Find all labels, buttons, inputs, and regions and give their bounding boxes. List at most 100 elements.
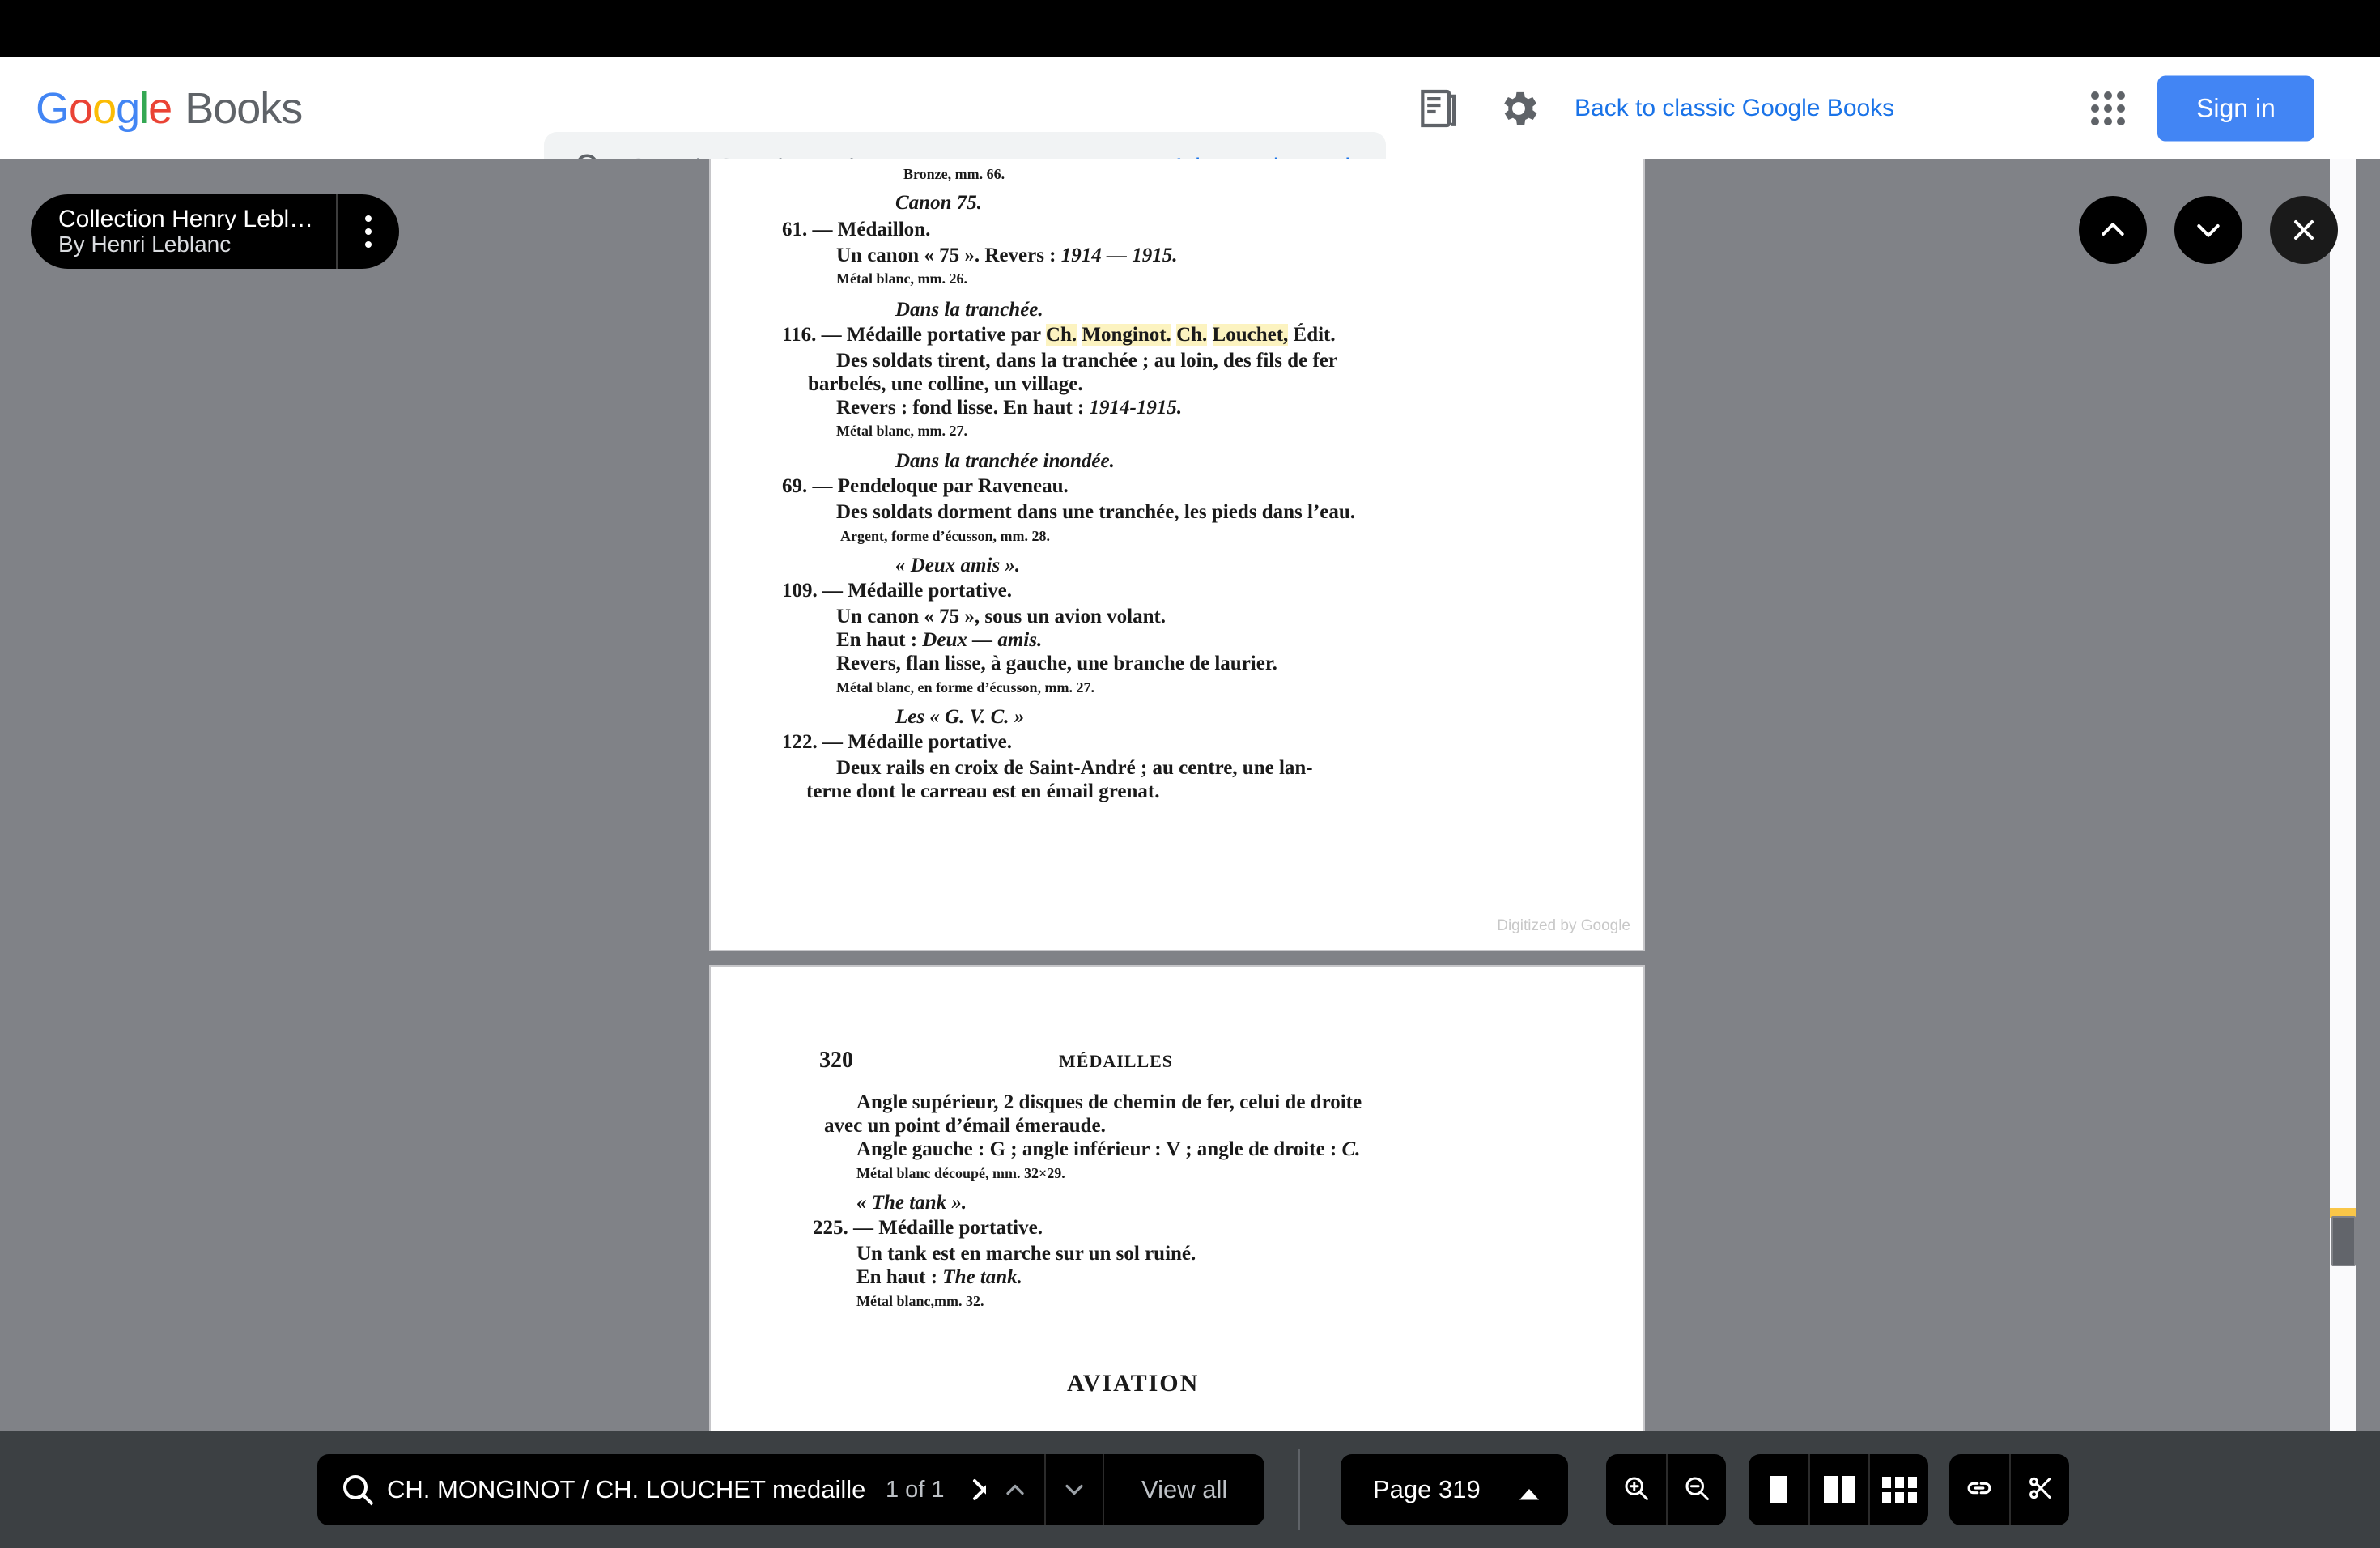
page-text-line: Un tank est en marche sur un sol ruiné. <box>856 1243 1196 1265</box>
page-text-line: 122. — Médaille portative. <box>782 731 1012 754</box>
zoom-in-icon <box>1621 1474 1651 1507</box>
thumbnail-grid-icon <box>1882 1477 1917 1503</box>
scroll-down-button[interactable] <box>2174 196 2242 264</box>
apps-grid-icon[interactable] <box>2087 87 2129 130</box>
page-text-line: « The tank ». <box>856 1192 967 1214</box>
link-icon <box>1965 1474 1994 1507</box>
page-selector-label: Page 319 <box>1373 1475 1481 1504</box>
next-result-button[interactable] <box>1044 1454 1103 1525</box>
find-in-book-input[interactable] <box>387 1475 881 1504</box>
book-author: By Henri Leblanc <box>58 230 313 259</box>
page-selector-button[interactable]: Page 319 <box>1341 1454 1568 1525</box>
apps-dot <box>2091 117 2099 125</box>
zoom-out-icon <box>1682 1474 1711 1507</box>
apps-dot <box>2117 104 2125 113</box>
floating-nav-buttons <box>2079 196 2338 264</box>
single-page-view-button[interactable] <box>1749 1454 1808 1525</box>
apps-dot <box>2104 117 2112 125</box>
page-text-line: Métal blanc,mm. 32. <box>856 1293 984 1310</box>
page-text-line: Les « G. V. C. » <box>895 706 1024 729</box>
clip-button[interactable] <box>2009 1454 2069 1525</box>
google-books-logo[interactable]: GoogleBooks <box>36 83 302 134</box>
book-page[interactable]: Digitized by Google Bronze, mm. 66. Canon… <box>711 159 1643 950</box>
caret-up-icon <box>1515 1479 1536 1500</box>
find-result-count: 1 of 1 <box>886 1477 945 1503</box>
page-text-line: « Deux amis ». <box>895 555 1020 577</box>
logo-letter-g: G <box>36 83 69 134</box>
viewer-scrollbar[interactable] <box>2330 159 2356 1431</box>
thumbnail-view-button[interactable] <box>1868 1454 1928 1525</box>
browser-chrome-strip <box>0 0 2380 57</box>
page-text-line: Deux rails en croix de Saint-André ; au … <box>836 757 1313 780</box>
page-text-line: En haut : Deux — amis. <box>836 629 1042 652</box>
zoom-group[interactable] <box>1606 1454 1726 1525</box>
apps-dot <box>2091 91 2099 100</box>
book-viewer[interactable]: Digitized by Google Bronze, mm. 66. Canon… <box>0 159 2380 1431</box>
page-text-line: 69. — Pendeloque par Raveneau. <box>782 475 1069 498</box>
apps-dot <box>2104 91 2112 100</box>
ebook-icon[interactable] <box>1415 86 1460 131</box>
page-text-line: AVIATION <box>1067 1370 1199 1397</box>
page-text-line: Revers, flan lisse, à gauche, une branch… <box>836 653 1277 675</box>
view-all-results-button[interactable]: View all <box>1103 1454 1264 1525</box>
zoom-out-button[interactable] <box>1666 1454 1726 1525</box>
page-text-line: Bronze, mm. 66. <box>903 166 1005 183</box>
page-text-line: Métal blanc, mm. 26. <box>836 270 967 287</box>
two-page-view-button[interactable] <box>1808 1454 1868 1525</box>
page-text-line: Métal blanc découpé, mm. 32×29. <box>856 1165 1065 1182</box>
menu-dot <box>365 215 372 222</box>
page-text-line: Angle supérieur, 2 disques de chemin de … <box>856 1091 1362 1114</box>
book-overflow-menu-button[interactable] <box>338 194 399 269</box>
scroll-up-button[interactable] <box>2079 196 2147 264</box>
page-text-line: MÉDAILLES <box>1059 1051 1173 1072</box>
page-text-line: terne dont le carreau est en émail grena… <box>806 780 1159 803</box>
toolbar-divider <box>1298 1449 1300 1530</box>
page-text-line: 225. — Médaille portative. <box>813 1217 1043 1240</box>
page-text-line: 61. — Médaillon. <box>782 219 930 241</box>
page-text-line: Des soldats dorment dans une tranchée, l… <box>836 501 1355 524</box>
digitized-by-google-watermark: Digitized by Google <box>1497 917 1630 935</box>
page-text-line: 320 <box>819 1048 853 1074</box>
page-text-line: avec un point d’émail émeraude. <box>824 1115 1106 1138</box>
share-tools-group[interactable] <box>1949 1454 2069 1525</box>
page-text-line: Dans la tranchée. <box>895 299 1043 321</box>
page-text-line: Métal blanc, mm. 27. <box>836 423 967 440</box>
logo-letter-l: l <box>139 83 148 134</box>
page-text-line: barbelés, une colline, un village. <box>808 373 1083 396</box>
apps-dot <box>2117 91 2125 100</box>
one-page-icon <box>1770 1476 1787 1503</box>
apps-dot <box>2104 104 2112 113</box>
logo-letter-e: e <box>148 83 172 134</box>
back-to-classic-link[interactable]: Back to classic Google Books <box>1575 95 1894 122</box>
app-header: GoogleBooks Advanced search Back to clas… <box>0 57 2380 159</box>
gear-icon[interactable] <box>1496 86 1541 131</box>
sign-in-button[interactable]: Sign in <box>2157 75 2314 141</box>
find-in-book-group[interactable]: 1 of 1 <box>317 1454 1022 1525</box>
page-text-line: 116. — Médaille portative par Ch. Mongin… <box>782 324 1336 347</box>
link-button[interactable] <box>1949 1454 2009 1525</box>
view-mode-group[interactable] <box>1749 1454 1928 1525</box>
result-nav-group[interactable]: View all <box>986 1454 1264 1525</box>
logo-word-books: Books <box>185 83 302 134</box>
book-title-text: Collection Henry Lebl… By Henri Leblanc <box>31 194 338 269</box>
book-title-chip[interactable]: Collection Henry Lebl… By Henri Leblanc <box>31 194 399 269</box>
page-text-line: Des soldats tirent, dans la tranchée ; a… <box>836 350 1337 372</box>
page-text-line: Un canon « 75 », sous un avion volant. <box>836 606 1166 628</box>
scrollbar-thumb[interactable] <box>2331 1216 2356 1266</box>
bottom-toolbar: 1 of 1 View all Page 319 <box>0 1431 2380 1548</box>
book-page[interactable]: 320 MÉDAILLES Angle supérieur, 2 disques d… <box>711 967 1643 1431</box>
page-text-line: En haut : The tank. <box>856 1266 1022 1289</box>
scissors-icon <box>2025 1474 2055 1507</box>
page-text-line: Revers : fond lisse. En haut : 1914-1915… <box>836 397 1182 419</box>
logo-letter-o1: o <box>69 83 92 134</box>
page-text-line: Canon 75. <box>895 192 982 215</box>
pages-container: Digitized by Google Bronze, mm. 66. Canon… <box>711 159 1643 1431</box>
page-selector-group[interactable]: Page 319 <box>1341 1454 1568 1525</box>
previous-result-button[interactable] <box>986 1454 1044 1525</box>
search-icon <box>338 1470 377 1509</box>
zoom-in-button[interactable] <box>1606 1454 1666 1525</box>
page-text-line: Métal blanc, en forme d’écusson, mm. 27. <box>836 679 1094 696</box>
apps-dot <box>2091 104 2099 113</box>
logo-letter-o2: o <box>92 83 116 134</box>
close-search-button[interactable] <box>2270 196 2338 264</box>
